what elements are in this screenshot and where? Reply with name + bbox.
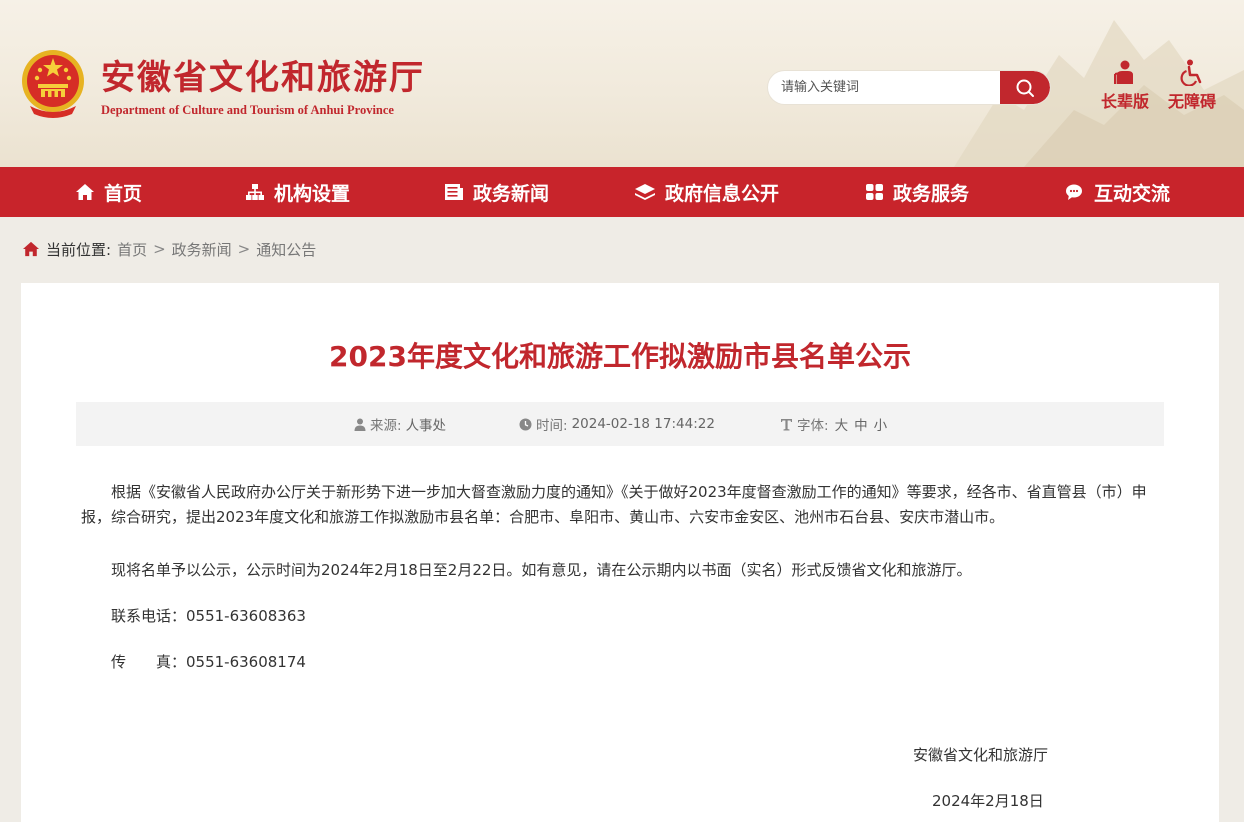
meta-source-label: 来源:	[370, 418, 402, 434]
meta-time-value: 2024-02-18 17:44:22	[571, 416, 715, 432]
chat-icon	[1066, 184, 1082, 200]
contact-phone: 联系电话：0551-63608363	[111, 607, 306, 625]
elder-icon	[1114, 60, 1133, 84]
article-paragraph: 根据《安徽省人民政府办公厅关于新形势下进一步加大督查激励力度的通知》《关于做好2…	[81, 483, 1147, 526]
nav-item-organization[interactable]: 机构设置	[245, 167, 350, 217]
search-button[interactable]	[1000, 71, 1050, 104]
wheelchair-icon	[1180, 59, 1202, 86]
search-input[interactable]	[768, 71, 1000, 104]
main-nav: 首页 机构设置 政务新闻 政府信息公开 政务服务 互动交流	[0, 167, 1244, 217]
breadcrumb: 当前位置: 首页 > 政务新闻 > 通知公告	[22, 238, 316, 260]
elder-mode-label: 长辈版	[1100, 92, 1149, 111]
meta-font-size: 字体: 大 中 小	[780, 402, 887, 446]
site-subtitle: Department of Culture and Tourism of Anh…	[101, 103, 394, 117]
meta-font-label: 字体:	[797, 418, 829, 434]
nav-item-info-disclosure[interactable]: 政府信息公开	[634, 167, 779, 217]
nav-item-interaction[interactable]: 互动交流	[1065, 167, 1170, 217]
elder-mode-button[interactable]: 长辈版	[1095, 58, 1155, 112]
site-header: 安徽省文化和旅游厅 Department of Culture and Tour…	[0, 0, 1244, 167]
news-icon	[445, 184, 463, 200]
search-box	[768, 71, 1050, 104]
meta-time: 时间: 2024-02-18 17:44:22	[519, 402, 715, 446]
meta-time-label: 时间:	[536, 418, 568, 434]
nav-item-label: 政务服务	[893, 182, 970, 205]
nav-item-label: 首页	[104, 182, 143, 205]
article-card: 2023年度文化和旅游工作拟激励市县名单公示 来源: 人事处 时间: 2024-…	[21, 283, 1219, 822]
breadcrumb-lead: 当前位置:	[46, 240, 112, 259]
breadcrumb-home-link[interactable]: 首页	[117, 239, 147, 260]
nav-item-news[interactable]: 政务新闻	[444, 167, 549, 217]
nav-item-label: 政府信息公开	[665, 182, 780, 205]
clock-icon	[519, 418, 532, 430]
nav-item-label: 机构设置	[274, 182, 351, 205]
article-date: 2024年2月18日	[932, 792, 1044, 810]
breadcrumb-news-link[interactable]: 政务新闻	[172, 239, 232, 260]
contact-fax: 传 真：0551-63608174	[111, 653, 306, 671]
font-size-icon	[781, 418, 792, 430]
article-title: 2023年度文化和旅游工作拟激励市县名单公示	[329, 340, 911, 373]
font-size-small-button[interactable]: 小	[874, 414, 888, 434]
font-size-medium-button[interactable]: 中	[854, 414, 868, 434]
article-meta-bar: 来源: 人事处 时间: 2024-02-18 17:44:22 字体: 大 中 …	[76, 402, 1164, 446]
accessibility-label: 无障碍	[1167, 92, 1216, 111]
user-icon	[354, 418, 366, 431]
breadcrumb-separator: >	[237, 240, 251, 258]
nav-item-services[interactable]: 政务服务	[865, 167, 969, 217]
font-size-large-button[interactable]: 大	[835, 414, 849, 434]
home-icon	[23, 241, 39, 257]
breadcrumb-separator: >	[153, 240, 166, 258]
article-signature: 安徽省文化和旅游厅	[913, 746, 1049, 764]
accessibility-button[interactable]: 无障碍	[1162, 58, 1222, 112]
nav-item-label: 互动交流	[1094, 182, 1171, 205]
meta-source: 来源: 人事处	[354, 402, 446, 446]
org-chart-icon	[246, 184, 264, 200]
site-title: 安徽省文化和旅游厅	[101, 58, 425, 98]
grid-icon	[866, 184, 883, 200]
meta-source-value: 人事处	[405, 418, 447, 434]
search-icon	[1016, 79, 1034, 97]
article-paragraph: 现将名单予以公示，公示时间为2024年2月18日至2月22日。如有意见，请在公示…	[111, 561, 972, 579]
layers-icon	[635, 184, 655, 200]
nav-item-label: 政务新闻	[473, 182, 550, 205]
national-emblem-logo	[22, 50, 84, 118]
nav-item-home[interactable]: 首页	[75, 167, 142, 217]
home-icon	[76, 184, 94, 200]
breadcrumb-notice-link[interactable]: 通知公告	[256, 239, 316, 260]
